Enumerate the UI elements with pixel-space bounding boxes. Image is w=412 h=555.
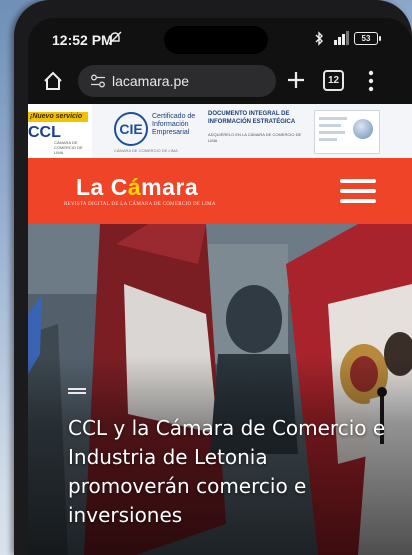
signal-icon	[334, 31, 349, 45]
new-tab-plus-icon[interactable]	[284, 68, 308, 92]
article-headline[interactable]: CCL y la Cámara de Comercio e Industria …	[68, 414, 388, 530]
battery-icon: 53	[354, 32, 381, 45]
cie-text: Certificado de Información Empresarial	[152, 113, 196, 136]
site-header: La Cámara REVISTA DIGITAL DE LA CÁMARA D…	[28, 158, 412, 224]
url-text[interactable]: lacamara.pe	[112, 73, 189, 89]
site-logo-subtitle: REVISTA DIGITAL DE LA CÁMARA DE COMERCIO…	[64, 202, 216, 207]
headline-accent-line	[68, 392, 86, 394]
home-icon[interactable]	[42, 70, 64, 92]
address-bar[interactable]: lacamara.pe	[78, 65, 276, 97]
headline-accent-line	[68, 388, 86, 390]
ad-banner[interactable]: ¡Nuevo servicio CCL CÁMARA DE COMERCIO D…	[28, 104, 412, 159]
ccl-ad-block: ¡Nuevo servicio CCL CÁMARA DE COMERCIO D…	[28, 104, 92, 158]
doc-title: DOCUMENTO INTEGRAL DE INFORMACIÓN ESTRAT…	[208, 111, 296, 125]
hero-article[interactable]: CCL y la Cámara de Comercio e Industria …	[28, 224, 412, 555]
cie-subtitle: CÁMARA DE COMERCIO DE LIMA	[114, 148, 178, 153]
site-logo[interactable]: La Cámara	[76, 174, 198, 201]
ccl-tag: ¡Nuevo servicio	[28, 112, 88, 122]
status-bar: 12:52 PM 53	[28, 18, 412, 62]
ccl-subtitle: CÁMARA DE COMERCIO DE LIMA	[54, 140, 83, 155]
browser-toolbar: lacamara.pe 12	[28, 62, 412, 102]
camera-notch	[164, 26, 268, 54]
cie-logo: CIE	[114, 112, 148, 146]
document-thumbnail	[314, 110, 380, 154]
bluetooth-icon	[315, 31, 323, 46]
doc-subtitle: ADQUIÉRELO EN LA CÁMARA DE COMERCIO DE L…	[208, 132, 302, 143]
more-menu-icon[interactable]	[368, 70, 374, 92]
tab-switcher-button[interactable]: 12	[323, 70, 344, 91]
status-time: 12:52 PM	[52, 32, 113, 48]
hamburger-menu-icon[interactable]	[340, 179, 376, 203]
medal-icon	[353, 119, 373, 139]
mute-bell-icon	[108, 31, 122, 45]
web-page: ¡Nuevo servicio CCL CÁMARA DE COMERCIO D…	[28, 104, 412, 555]
site-settings-icon[interactable]	[90, 74, 106, 88]
phone-screen: 12:52 PM 53 lacamara.pe 12 ¡Nuevo servic…	[28, 18, 412, 555]
